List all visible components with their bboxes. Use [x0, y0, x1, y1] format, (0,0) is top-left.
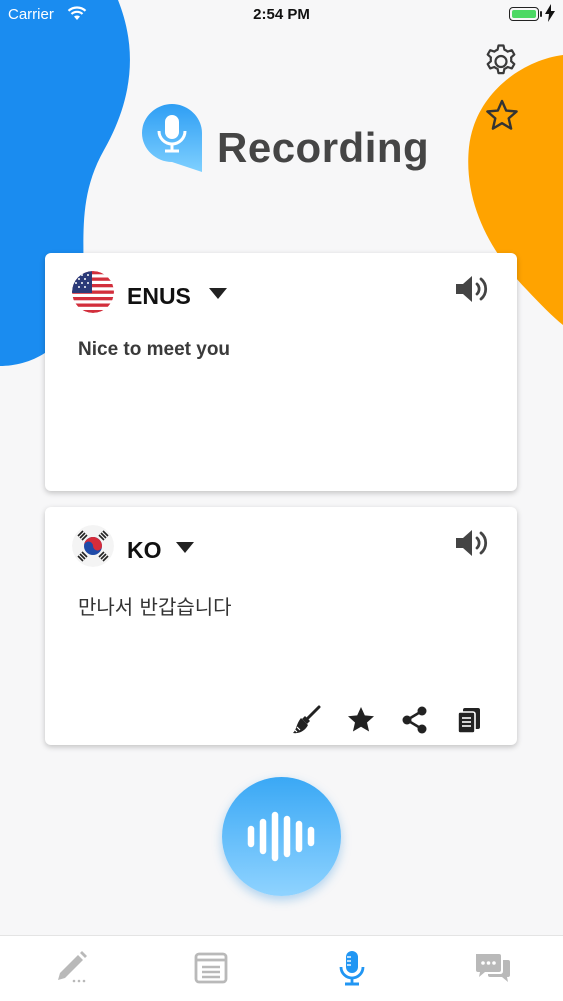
- source-speaker-icon[interactable]: [454, 273, 492, 305]
- tab-chat-icon[interactable]: [473, 948, 513, 988]
- charging-bolt-icon: [545, 4, 555, 22]
- kr-flag-icon[interactable]: [72, 525, 114, 567]
- clear-broom-icon[interactable]: [291, 705, 321, 735]
- page-title: Recording: [217, 124, 430, 171]
- tab-bar: [0, 935, 563, 1001]
- source-lang-code[interactable]: ENUS: [127, 283, 191, 310]
- settings-gear-icon[interactable]: [482, 42, 520, 80]
- status-bar: Carrier 2:54 PM: [0, 0, 563, 30]
- battery-tip: [540, 11, 542, 17]
- battery-fill: [511, 9, 536, 18]
- source-card: ENUS Nice to meet you: [45, 253, 517, 491]
- share-icon[interactable]: [400, 705, 430, 735]
- tab-microphone-icon[interactable]: [332, 948, 372, 988]
- target-text: 만나서 반갑습니다: [78, 595, 232, 619]
- favorite-star-icon[interactable]: [346, 705, 376, 735]
- tab-pencil-icon[interactable]: [52, 948, 92, 988]
- target-speaker-icon[interactable]: [454, 527, 492, 559]
- copy-icon[interactable]: [454, 705, 484, 735]
- us-flag-icon[interactable]: [72, 271, 114, 313]
- tab-list-icon[interactable]: [191, 948, 231, 988]
- source-lang-dropdown-caret-icon[interactable]: [209, 288, 227, 299]
- record-button[interactable]: [222, 777, 341, 896]
- target-lang-code[interactable]: KO: [127, 537, 162, 564]
- app-logo-microphone-icon: [142, 104, 202, 172]
- status-time: 2:54 PM: [253, 6, 310, 23]
- sound-wave-icon: [247, 811, 315, 862]
- favorites-star-icon[interactable]: [484, 98, 520, 134]
- target-lang-dropdown-caret-icon[interactable]: [176, 542, 194, 553]
- source-text: Nice to meet you: [78, 339, 231, 360]
- battery-icon: [509, 7, 539, 21]
- target-card: KO 만나서 반갑습니다: [45, 507, 517, 745]
